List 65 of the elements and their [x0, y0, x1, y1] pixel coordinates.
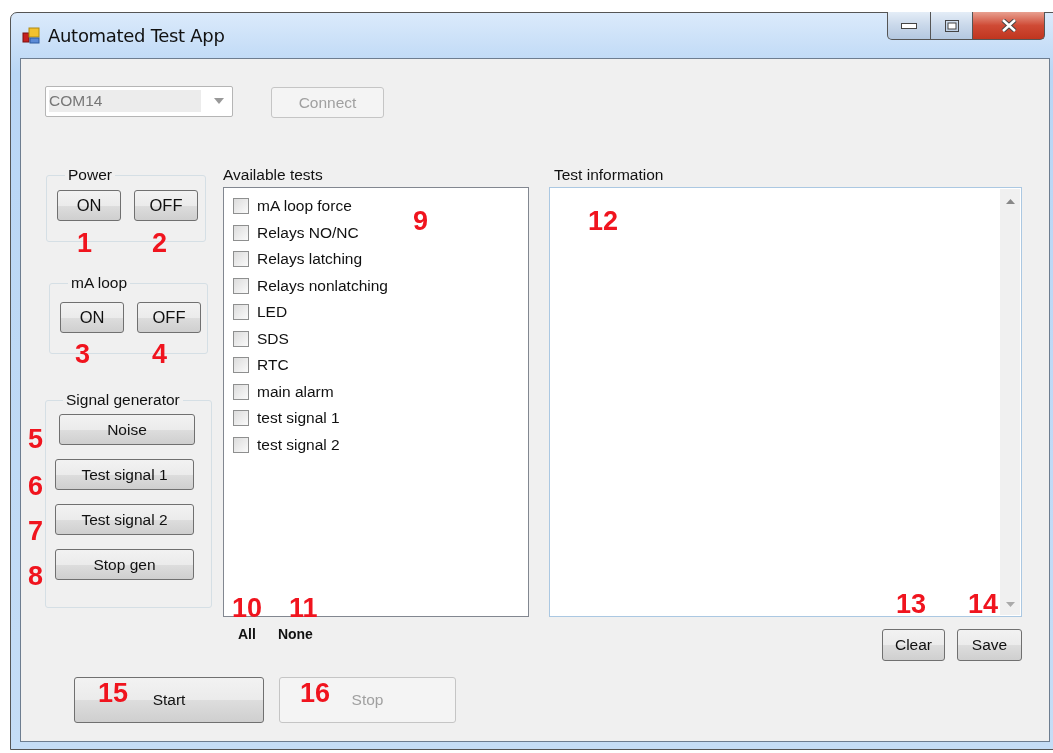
- group-button[interactable]: Stop gen: [55, 549, 194, 580]
- annotation-number: 5: [28, 426, 44, 453]
- test-label[interactable]: Relays nonlatching: [257, 276, 388, 295]
- minimize-button[interactable]: [887, 12, 931, 40]
- test-label[interactable]: LED: [257, 303, 288, 322]
- minimize-icon: [901, 22, 917, 29]
- checkbox[interactable]: [233, 357, 249, 374]
- checkbox[interactable]: [233, 383, 249, 400]
- window-title: Automated Test App: [48, 25, 225, 46]
- test-label[interactable]: test signal 1: [257, 409, 340, 428]
- select-link[interactable]: None: [277, 626, 313, 642]
- annotation-number: 16: [300, 680, 331, 707]
- annotation-number: 7: [28, 518, 44, 545]
- test-label[interactable]: RTC: [257, 356, 289, 375]
- annotation-number: 9: [413, 208, 429, 235]
- annotation-number: 2: [152, 230, 168, 257]
- log-button[interactable]: Save: [957, 629, 1022, 661]
- test-label[interactable]: Relays NO/NC: [257, 223, 359, 242]
- group-button[interactable]: OFF: [134, 190, 198, 221]
- scroll-bar[interactable]: [1000, 189, 1020, 615]
- test-label[interactable]: test signal 2: [257, 435, 340, 454]
- group-button[interactable]: Noise: [59, 414, 195, 445]
- checkbox[interactable]: [233, 224, 249, 241]
- group-button[interactable]: Test signal 2: [55, 504, 194, 535]
- annotation-number: 15: [98, 680, 129, 707]
- group-button[interactable]: ON: [60, 302, 124, 333]
- test-label[interactable]: Relays latching: [257, 250, 363, 269]
- scroll-down-icon[interactable]: [1005, 602, 1015, 607]
- annotation-number: 10: [232, 595, 263, 622]
- scroll-up-icon[interactable]: [1005, 199, 1015, 204]
- group-button[interactable]: Test signal 1: [55, 459, 194, 490]
- checkbox[interactable]: [233, 330, 249, 347]
- close-button[interactable]: [973, 12, 1045, 40]
- group-button[interactable]: OFF: [137, 302, 201, 333]
- group-title: Signal generator: [65, 391, 181, 409]
- test-label[interactable]: SDS: [257, 329, 289, 348]
- checkbox[interactable]: [233, 277, 249, 294]
- group-button[interactable]: ON: [57, 190, 121, 221]
- annotation-number: 3: [75, 341, 91, 368]
- dropdown-arrow-icon: [214, 98, 224, 104]
- checkbox[interactable]: [233, 436, 249, 453]
- annotation-number: 8: [28, 563, 44, 590]
- log-button[interactable]: Clear: [882, 629, 945, 661]
- maximize-icon: [944, 19, 959, 32]
- text-area-label: Test information: [554, 166, 665, 185]
- checkbox[interactable]: [233, 251, 249, 268]
- group-title: Power: [67, 166, 113, 184]
- annotation-number: 4: [152, 341, 168, 368]
- test-label[interactable]: main alarm: [257, 382, 334, 401]
- annotation-number: 1: [77, 230, 93, 257]
- list-label: Available tests: [223, 166, 324, 185]
- test-label[interactable]: mA loop force: [257, 197, 352, 216]
- close-icon: [1000, 19, 1017, 32]
- checkbox[interactable]: [233, 410, 249, 427]
- maximize-button[interactable]: [931, 12, 973, 40]
- annotation-number: 12: [588, 208, 619, 235]
- checkbox[interactable]: [233, 304, 249, 321]
- app-icon: [22, 26, 40, 45]
- annotation-number: 13: [896, 591, 927, 618]
- annotation-number: 6: [28, 473, 44, 500]
- checkbox[interactable]: [233, 198, 249, 215]
- select-link[interactable]: All: [238, 626, 256, 642]
- annotation-number: 14: [968, 591, 999, 618]
- annotation-number: 11: [289, 595, 318, 622]
- group-title: mA loop: [70, 274, 128, 292]
